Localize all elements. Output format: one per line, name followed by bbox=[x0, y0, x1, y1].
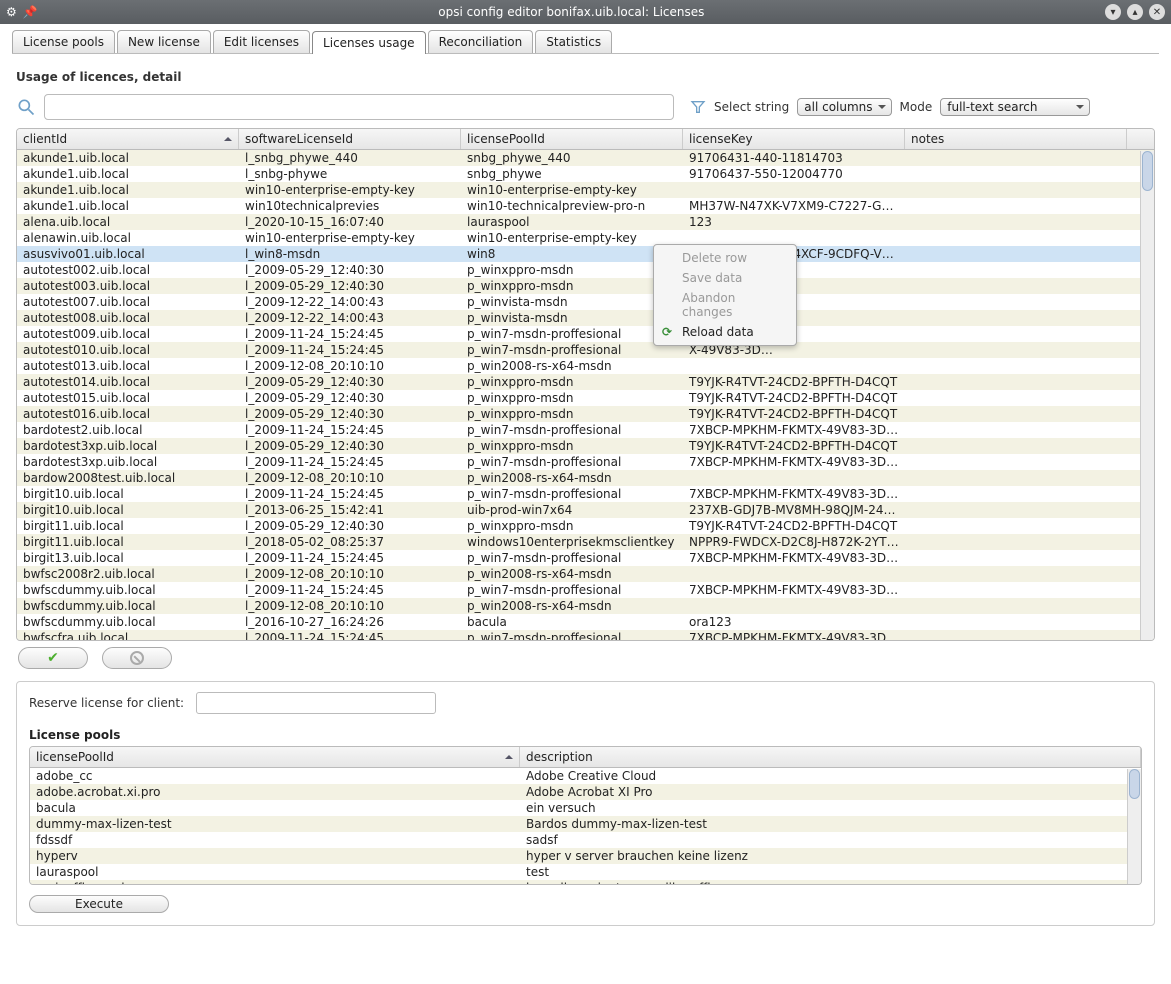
pools-scroll-thumb[interactable] bbox=[1129, 769, 1140, 799]
table-row[interactable]: autotest014.uib.locall_2009-05-29_12:40:… bbox=[17, 374, 1154, 390]
col-description[interactable]: description bbox=[520, 747, 1141, 767]
tab-edit-licenses[interactable]: Edit licenses bbox=[213, 30, 310, 53]
pools-header: License pools bbox=[29, 728, 1142, 742]
table-row[interactable]: akunde1.uib.localwin10-enterprise-empty-… bbox=[17, 182, 1154, 198]
tab-license-pools[interactable]: License pools bbox=[12, 30, 115, 53]
table-header: clientId softwareLicenseId licensePoolId… bbox=[17, 129, 1154, 150]
pools-body[interactable]: adobe_ccAdobe Creative Cloudadobe.acroba… bbox=[30, 768, 1141, 884]
context-menu: Delete row Save data Abandon changes Rel… bbox=[653, 244, 797, 346]
app-icon: ⚙ bbox=[6, 5, 17, 19]
pool-row[interactable]: adobe_ccAdobe Creative Cloud bbox=[30, 768, 1141, 784]
reserve-client-input[interactable] bbox=[196, 692, 436, 714]
tab-licenses-usage[interactable]: Licenses usage bbox=[312, 31, 426, 54]
pool-row[interactable]: hypervhyper v server brauchen keine lize… bbox=[30, 848, 1141, 864]
pool-row[interactable]: lauraspooltest bbox=[30, 864, 1141, 880]
section-heading: Usage of licences, detail bbox=[16, 70, 1155, 84]
table-row[interactable]: autotest007.uib.locall_2009-12-22_14:00:… bbox=[17, 294, 1154, 310]
table-row[interactable]: bwfsc2008r2.uib.locall_2009-12-08_20:10:… bbox=[17, 566, 1154, 582]
table-row[interactable]: akunde1.uib.localwin10technicalprevieswi… bbox=[17, 198, 1154, 214]
columns-combo[interactable]: all columns bbox=[797, 98, 891, 116]
table-row[interactable]: autotest008.uib.locall_2009-12-22_14:00:… bbox=[17, 310, 1154, 326]
table-row[interactable]: birgit11.uib.locall_2018-05-02_08:25:37w… bbox=[17, 534, 1154, 550]
table-row[interactable]: birgit11.uib.locall_2009-05-29_12:40:30p… bbox=[17, 518, 1154, 534]
ctx-save-data: Save data bbox=[654, 268, 796, 288]
check-icon: ✔ bbox=[47, 650, 59, 666]
pool-row[interactable]: fdssdfsadsf bbox=[30, 832, 1141, 848]
table-row[interactable]: bwfscfra.uib.locall_2009-11-24_15:24:45p… bbox=[17, 630, 1154, 640]
search-row: Select string all columns Mode full-text… bbox=[12, 94, 1159, 128]
table-row[interactable]: bwfscdummy.uib.locall_2009-11-24_15:24:4… bbox=[17, 582, 1154, 598]
search-input[interactable] bbox=[44, 94, 674, 120]
window-title: opsi config editor bonifax.uib.local: Li… bbox=[38, 5, 1105, 19]
tab-reconciliation[interactable]: Reconciliation bbox=[428, 30, 534, 53]
tab-new-license[interactable]: New license bbox=[117, 30, 211, 53]
ctx-reload[interactable]: Reload data bbox=[654, 322, 796, 342]
pool-row[interactable]: meinofficepoolluer alle varianten von li… bbox=[30, 880, 1141, 884]
filter-icon[interactable] bbox=[690, 99, 706, 115]
table-row[interactable]: bardotest2.uib.locall_2009-11-24_15:24:4… bbox=[17, 422, 1154, 438]
search-icon bbox=[16, 97, 36, 117]
pools-scrollbar[interactable] bbox=[1127, 769, 1141, 884]
ctx-delete-row: Delete row bbox=[654, 248, 796, 268]
table-row[interactable]: autotest002.uib.locall_2009-05-29_12:40:… bbox=[17, 262, 1154, 278]
table-row[interactable]: bwfscdummy.uib.locall_2009-12-08_20:10:1… bbox=[17, 598, 1154, 614]
select-string-label: Select string bbox=[714, 100, 789, 114]
col-clientid[interactable]: clientId bbox=[17, 129, 239, 149]
pools-table: licensePoolId description adobe_ccAdobe … bbox=[29, 746, 1142, 885]
table-row[interactable]: birgit10.uib.locall_2013-06-25_15:42:41u… bbox=[17, 502, 1154, 518]
scrollbar[interactable] bbox=[1140, 151, 1154, 640]
minimize-button[interactable]: ▾ bbox=[1105, 4, 1121, 20]
col-licensepoolid[interactable]: licensePoolId bbox=[461, 129, 683, 149]
table-row[interactable]: alenawin.uib.localwin10-enterprise-empty… bbox=[17, 230, 1154, 246]
tabs: License poolsNew licenseEdit licensesLic… bbox=[12, 30, 1159, 54]
table-row[interactable]: autotest016.uib.locall_2009-05-29_12:40:… bbox=[17, 406, 1154, 422]
confirm-button[interactable]: ✔ bbox=[18, 647, 88, 669]
table-row[interactable]: bardotest3xp.uib.locall_2009-11-24_15:24… bbox=[17, 454, 1154, 470]
pool-row[interactable]: dummy-max-lizen-testBardos dummy-max-liz… bbox=[30, 816, 1141, 832]
ctx-abandon: Abandon changes bbox=[654, 288, 796, 322]
table-row[interactable]: akunde1.uib.locall_snbg-phywesnbg_phywe9… bbox=[17, 166, 1154, 182]
cancel-button[interactable] bbox=[102, 647, 172, 669]
reserve-panel: Reserve license for client: License pool… bbox=[16, 681, 1155, 926]
table-row[interactable]: autotest015.uib.locall_2009-05-29_12:40:… bbox=[17, 390, 1154, 406]
tab-statistics[interactable]: Statistics bbox=[535, 30, 612, 53]
maximize-button[interactable]: ▴ bbox=[1127, 4, 1143, 20]
table-body[interactable]: akunde1.uib.locall_snbg_phywe_440snbg_ph… bbox=[17, 150, 1154, 640]
usage-table: clientId softwareLicenseId licensePoolId… bbox=[16, 128, 1155, 641]
mode-label: Mode bbox=[900, 100, 933, 114]
table-row[interactable]: autotest013.uib.locall_2009-12-08_20:10:… bbox=[17, 358, 1154, 374]
pin-icon[interactable]: 📌 bbox=[23, 5, 38, 19]
table-row[interactable]: asusvivo01.uib.locall_win8-msdnwin83MXN8… bbox=[17, 246, 1154, 262]
table-row[interactable]: alena.uib.locall_2020-10-15_16:07:40laur… bbox=[17, 214, 1154, 230]
titlebar: ⚙ 📌 opsi config editor bonifax.uib.local… bbox=[0, 0, 1171, 24]
table-row[interactable]: birgit10.uib.locall_2009-11-24_15:24:45p… bbox=[17, 486, 1154, 502]
col-softwarelicenseid[interactable]: softwareLicenseId bbox=[239, 129, 461, 149]
table-row[interactable]: autotest010.uib.locall_2009-11-24_15:24:… bbox=[17, 342, 1154, 358]
actions: ✔ bbox=[18, 647, 1153, 669]
noentry-icon bbox=[130, 651, 144, 665]
col-poolid[interactable]: licensePoolId bbox=[30, 747, 520, 767]
table-row[interactable]: bardow2008test.uib.locall_2009-12-08_20:… bbox=[17, 470, 1154, 486]
pool-row[interactable]: baculaein versuch bbox=[30, 800, 1141, 816]
table-row[interactable]: birgit13.uib.locall_2009-11-24_15:24:45p… bbox=[17, 550, 1154, 566]
reserve-label: Reserve license for client: bbox=[29, 696, 184, 710]
scroll-thumb[interactable] bbox=[1142, 151, 1153, 191]
pool-row[interactable]: adobe.acrobat.xi.proAdobe Acrobat XI Pro bbox=[30, 784, 1141, 800]
table-row[interactable]: autotest009.uib.locall_2009-11-24_15:24:… bbox=[17, 326, 1154, 342]
table-row[interactable]: akunde1.uib.locall_snbg_phywe_440snbg_ph… bbox=[17, 150, 1154, 166]
close-button[interactable]: ✕ bbox=[1149, 4, 1165, 20]
table-row[interactable]: bwfscdummy.uib.locall_2016-10-27_16:24:2… bbox=[17, 614, 1154, 630]
table-row[interactable]: autotest003.uib.locall_2009-05-29_12:40:… bbox=[17, 278, 1154, 294]
col-notes[interactable]: notes bbox=[905, 129, 1127, 149]
col-licensekey[interactable]: licenseKey bbox=[683, 129, 905, 149]
mode-combo[interactable]: full-text search bbox=[940, 98, 1090, 116]
execute-button[interactable]: Execute bbox=[29, 895, 169, 913]
table-row[interactable]: bardotest3xp.uib.locall_2009-05-29_12:40… bbox=[17, 438, 1154, 454]
